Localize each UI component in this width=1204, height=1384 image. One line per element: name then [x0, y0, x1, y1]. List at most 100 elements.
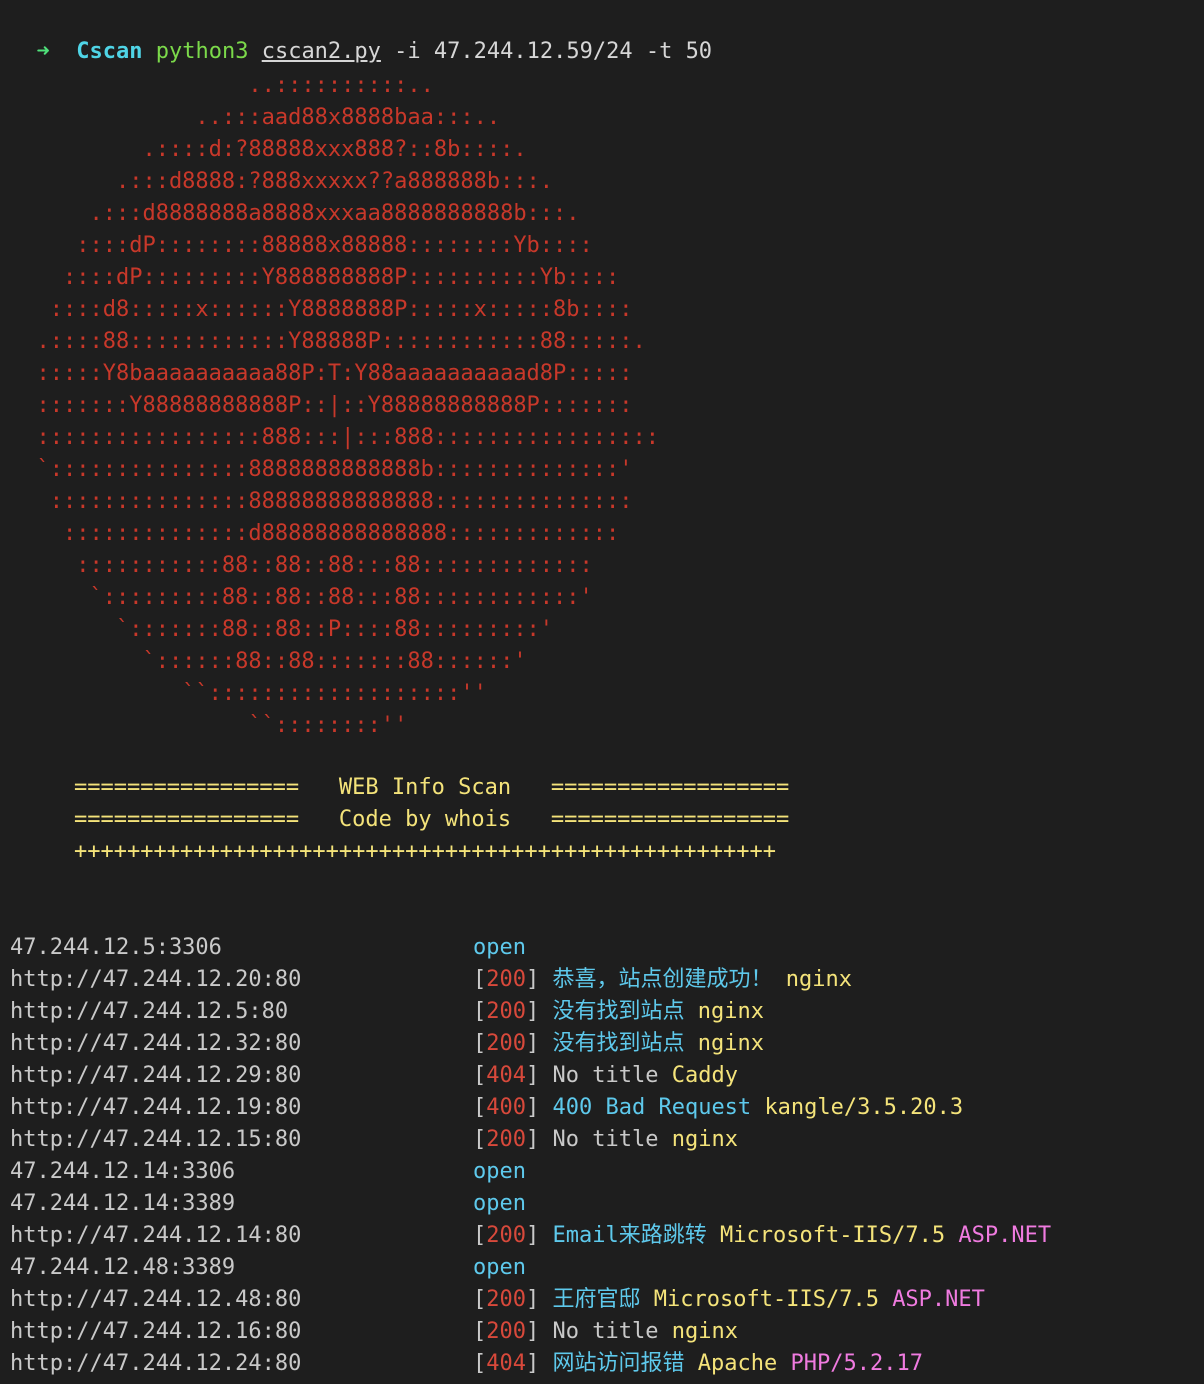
- server-banner: Caddy: [671, 1063, 738, 1088]
- result-info: open: [473, 1156, 526, 1188]
- server-banner: nginx: [671, 1319, 738, 1344]
- ascii-art-banner: ..::::::::::.. ..:::aad88x8888baa:::.. .…: [36, 73, 660, 738]
- bracket-close: ]: [526, 967, 553, 992]
- header-line-2: ================= Code by whois ========…: [74, 804, 789, 836]
- result-host: http://47.244.12.20:80: [10, 967, 302, 992]
- server-banner: nginx: [671, 1127, 738, 1152]
- prompt-arrow-icon: ➜: [36, 39, 50, 64]
- result-host: 47.244.12.14:3306: [10, 1159, 236, 1184]
- server-banner: nginx: [785, 967, 852, 992]
- http-status-code: 400: [486, 1095, 526, 1120]
- server-banner: nginx: [697, 999, 764, 1024]
- bracket-open: [: [473, 1063, 487, 1088]
- page-title: No title: [552, 1063, 659, 1088]
- result-info: [200] Email来路跳转 Microsoft-IIS/7.5 ASP.NE…: [473, 1220, 1051, 1252]
- result-info: [200] 恭喜，站点创建成功！ nginx: [473, 964, 852, 996]
- http-status-code: 200: [486, 967, 526, 992]
- server-banner: Microsoft-IIS/7.5: [719, 1223, 946, 1248]
- result-info: open: [473, 932, 526, 964]
- result-host: http://47.244.12.48:80: [10, 1287, 302, 1312]
- bracket-open: [: [473, 1031, 487, 1056]
- bracket-open: [: [473, 1319, 487, 1344]
- bracket-open: [: [473, 1127, 487, 1152]
- command-args: -i 47.244.12.59/24 -t 50: [394, 39, 713, 64]
- result-host: 47.244.12.5:3306: [10, 935, 222, 960]
- bracket-close: ]: [526, 1223, 553, 1248]
- header-title: WEB Info Scan: [338, 775, 512, 800]
- port-status: open: [473, 1159, 526, 1184]
- result-host: http://47.244.12.24:80: [10, 1351, 302, 1376]
- result-host: http://47.244.12.5:80: [10, 999, 289, 1024]
- command-interpreter: python3: [155, 39, 249, 64]
- result-host: 47.244.12.48:3389: [10, 1255, 236, 1280]
- header-credit: Code by whois: [338, 807, 512, 832]
- result-host: http://47.244.12.15:80: [10, 1127, 302, 1152]
- port-status: open: [473, 1255, 526, 1280]
- result-info: [200] No title nginx: [473, 1316, 738, 1348]
- page-title: 没有找到站点: [552, 999, 685, 1024]
- http-status-code: 200: [486, 1319, 526, 1344]
- result-host: http://47.244.12.14:80: [10, 1223, 302, 1248]
- http-status-code: 200: [486, 1127, 526, 1152]
- http-status-code: 404: [486, 1063, 526, 1088]
- bracket-close: ]: [526, 1287, 553, 1312]
- page-title: 400 Bad Request: [552, 1095, 752, 1120]
- result-info: [200] 没有找到站点 nginx: [473, 1028, 764, 1060]
- bracket-close: ]: [526, 1031, 553, 1056]
- bracket-open: [: [473, 1287, 487, 1312]
- server-banner: nginx: [697, 1031, 764, 1056]
- page-title: Email来路跳转: [552, 1223, 707, 1248]
- command-line: ➜ Cscan python3 cscan2.py -i 47.244.12.5…: [10, 4, 713, 64]
- port-status: open: [473, 935, 526, 960]
- port-status: open: [473, 1191, 526, 1216]
- bracket-close: ]: [526, 1319, 553, 1344]
- powered-by: ASP.NET: [958, 1223, 1052, 1248]
- bracket-open: [: [473, 1095, 487, 1120]
- header-rule-right: ==================: [550, 775, 790, 800]
- powered-by: ASP.NET: [892, 1287, 985, 1312]
- page-title: 网站访问报错: [552, 1351, 685, 1376]
- server-banner: kangle/3.5.20.3: [764, 1095, 964, 1120]
- result-info: [400] 400 Bad Request kangle/3.5.20.3: [473, 1092, 963, 1124]
- result-info: [200] 没有找到站点 nginx: [473, 996, 764, 1028]
- bracket-open: [: [473, 1351, 487, 1376]
- http-status-code: 404: [486, 1351, 526, 1376]
- result-host: http://47.244.12.32:80: [10, 1031, 302, 1056]
- powered-by: PHP/5.2.17: [790, 1351, 923, 1376]
- result-host: http://47.244.12.29:80: [10, 1063, 302, 1088]
- result-host: http://47.244.12.19:80: [10, 1095, 302, 1120]
- server-banner: Apache: [697, 1351, 778, 1376]
- result-info: open: [473, 1188, 526, 1220]
- bracket-close: ]: [526, 1127, 553, 1152]
- command-script: cscan2.py: [261, 39, 381, 64]
- bracket-open: [: [473, 999, 487, 1024]
- result-info: [404] 网站访问报错 Apache PHP/5.2.17: [473, 1348, 923, 1380]
- bracket-close: ]: [526, 1063, 553, 1088]
- bracket-open: [: [473, 1223, 487, 1248]
- header-rule-left: =================: [74, 775, 300, 800]
- result-info: [200] No title nginx: [473, 1124, 738, 1156]
- header-line-3: ++++++++++++++++++++++++++++++++++++++++…: [74, 839, 776, 864]
- http-status-code: 200: [486, 999, 526, 1024]
- header-line-1: ================= WEB Info Scan ========…: [74, 772, 789, 804]
- result-info: [200] 王府官邸 Microsoft-IIS/7.5 ASP.NET: [473, 1284, 985, 1316]
- result-info: open: [473, 1252, 526, 1284]
- http-status-code: 200: [486, 1287, 526, 1312]
- page-title: No title: [552, 1319, 659, 1344]
- result-host: http://47.244.12.16:80: [10, 1319, 302, 1344]
- header-rule-left: =================: [74, 807, 300, 832]
- page-title: 恭喜，站点创建成功！: [552, 967, 773, 992]
- http-status-code: 200: [486, 1031, 526, 1056]
- header-rule-right: ==================: [550, 807, 790, 832]
- prompt-directory: Cscan: [76, 39, 143, 64]
- server-banner: Microsoft-IIS/7.5: [653, 1287, 879, 1312]
- page-title: 王府官邸: [552, 1287, 641, 1312]
- page-title: 没有找到站点: [552, 1031, 685, 1056]
- page-title: No title: [552, 1127, 659, 1152]
- bracket-close: ]: [526, 1351, 553, 1376]
- result-host: 47.244.12.14:3389: [10, 1191, 236, 1216]
- bracket-close: ]: [526, 999, 553, 1024]
- result-info: [404] No title Caddy: [473, 1060, 738, 1092]
- http-status-code: 200: [486, 1223, 526, 1248]
- bracket-close: ]: [526, 1095, 553, 1120]
